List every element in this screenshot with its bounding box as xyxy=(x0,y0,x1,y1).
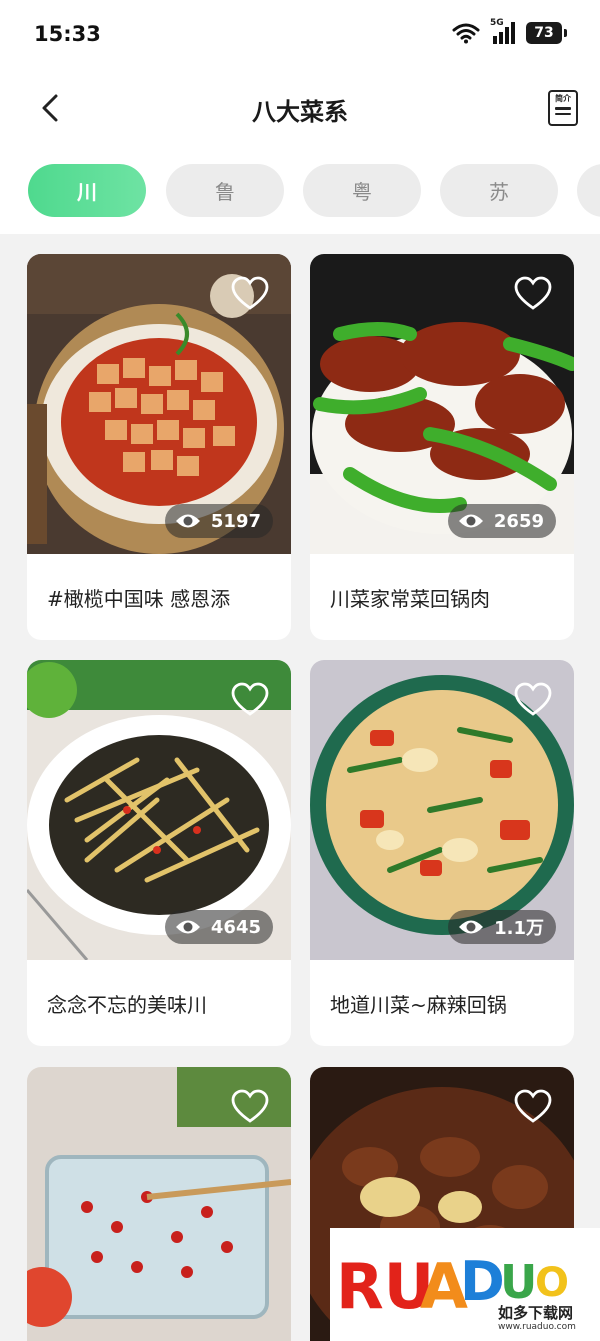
intro-label: 简介 xyxy=(555,94,571,103)
recipe-card[interactable]: 2659 川菜家常菜回锅肉 xyxy=(310,254,574,640)
heart-icon[interactable] xyxy=(514,682,552,718)
watermark-url: www.ruaduo.com xyxy=(498,1322,576,1332)
document-line-icon xyxy=(555,107,571,110)
view-count-badge: 2659 xyxy=(447,504,556,538)
recipe-title: #橄榄中国味 感恩添 xyxy=(47,586,231,611)
svg-text:O: O xyxy=(535,1260,569,1306)
intro-button[interactable]: 简介 xyxy=(548,90,578,126)
view-count: 1.1万 xyxy=(494,918,544,939)
recipe-title: 念念不忘的美味川 xyxy=(47,992,207,1017)
watermark-text: 如多下载网 xyxy=(498,1304,574,1322)
view-count: 4645 xyxy=(210,916,261,938)
heart-icon[interactable] xyxy=(231,276,269,312)
document-line-icon xyxy=(555,112,571,115)
view-count: 2659 xyxy=(493,510,544,532)
signal-icon: 5G xyxy=(490,18,516,44)
heart-icon[interactable] xyxy=(514,1089,552,1125)
tab-chuan[interactable]: 川 xyxy=(28,164,146,217)
view-count-badge: 1.1万 xyxy=(448,910,556,944)
eye-icon xyxy=(458,514,483,528)
wifi-icon xyxy=(452,22,480,44)
tab-more[interactable] xyxy=(577,164,600,217)
heart-icon[interactable] xyxy=(514,276,552,312)
recipe-image: 1752 xyxy=(27,1067,291,1341)
eye-icon xyxy=(175,920,200,934)
recipe-card[interactable]: 1.1万 地道川菜~麻辣回锅 xyxy=(310,660,574,1046)
view-count-badge: 5197 xyxy=(164,504,273,538)
eye-icon xyxy=(459,920,484,934)
recipe-image: 5197 xyxy=(27,254,291,554)
view-count: 5197 xyxy=(210,510,261,532)
heart-icon[interactable] xyxy=(231,682,269,718)
eye-icon xyxy=(175,514,200,528)
heart-icon[interactable] xyxy=(231,1089,269,1125)
recipe-title: 地道川菜~麻辣回锅 xyxy=(330,992,507,1017)
status-time: 15:33 xyxy=(34,22,101,46)
view-count-badge: 4645 xyxy=(164,910,273,944)
tab-yue[interactable]: 粤 xyxy=(303,164,421,217)
status-icons: 5G 73 xyxy=(452,18,567,44)
tab-su[interactable]: 苏 xyxy=(440,164,558,217)
recipe-image: 1.1万 xyxy=(310,660,574,960)
battery-icon: 73 xyxy=(526,22,567,44)
status-bar: 15:33 5G 73 xyxy=(0,0,600,68)
recipe-title: 川菜家常菜回锅肉 xyxy=(330,586,490,611)
recipe-card[interactable]: 4645 念念不忘的美味川 xyxy=(27,660,291,1046)
recipe-card[interactable]: 5197 #橄榄中国味 感恩添 xyxy=(27,254,291,640)
watermark-logo: RU A D U O 如多下载网 www.ruaduo.com xyxy=(330,1228,600,1341)
cuisine-tabs: 川 鲁 粤 苏 xyxy=(0,148,600,234)
tab-lu[interactable]: 鲁 xyxy=(166,164,284,217)
svg-text:U: U xyxy=(500,1255,537,1309)
network-label: 5G xyxy=(490,18,504,28)
page-title: 八大菜系 xyxy=(252,98,348,126)
recipe-card[interactable]: 1752 xyxy=(27,1067,291,1341)
recipe-image: 4645 xyxy=(27,660,291,960)
recipe-image: 2659 xyxy=(310,254,574,554)
app-header: 八大菜系 简介 xyxy=(0,68,600,148)
